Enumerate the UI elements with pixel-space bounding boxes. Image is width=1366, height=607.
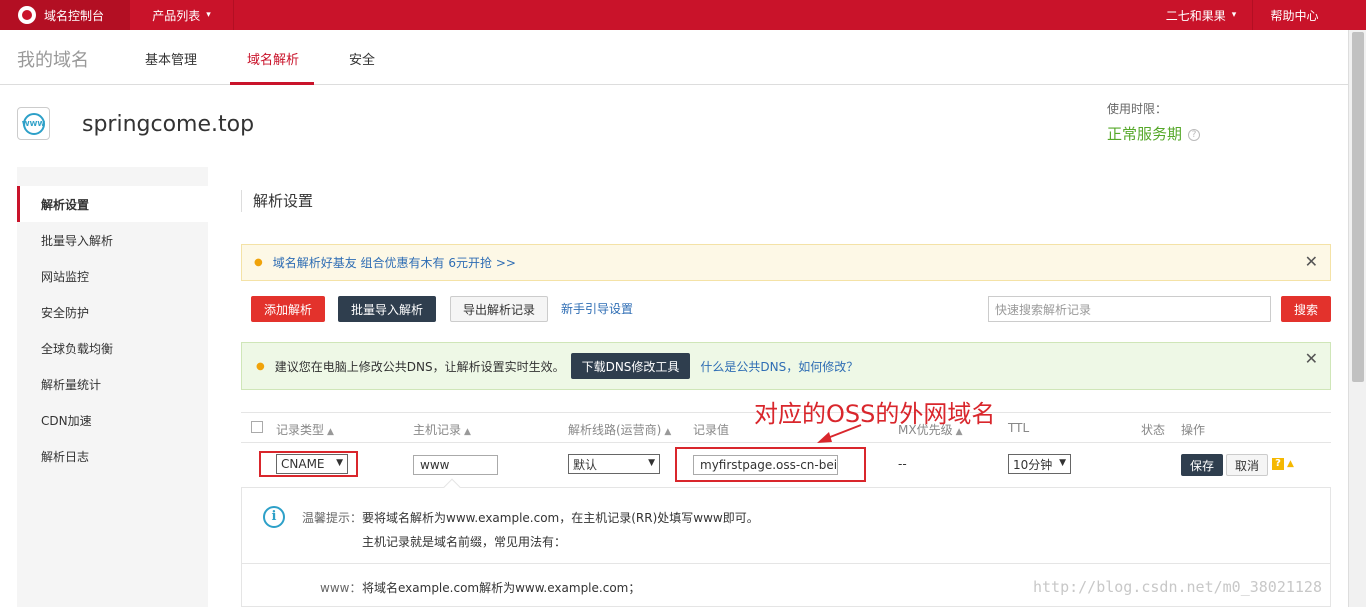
resolution-line-value: 默认: [573, 457, 598, 472]
www-globe-icon: WWW: [22, 112, 45, 135]
service-status: 正常服务期?: [1107, 123, 1201, 144]
scrollbar-thumb[interactable]: [1352, 32, 1364, 382]
resolution-line-select[interactable]: 默认 ▼: [568, 454, 660, 474]
help-center-link[interactable]: 帮助中心: [1252, 0, 1336, 30]
brand-label: 域名控制台: [44, 8, 105, 23]
help-icon[interactable]: ?: [1272, 458, 1284, 470]
record-type-select[interactable]: CNAME ▼: [276, 454, 348, 474]
sidebar-item-resolution-settings[interactable]: 解析设置: [17, 186, 208, 222]
download-dns-tool-button[interactable]: 下载DNS修改工具: [570, 353, 691, 379]
ttl-value: 10分钟: [1013, 457, 1053, 472]
active-tab-indicator: [230, 82, 314, 85]
service-status-text: 正常服务期: [1107, 125, 1183, 143]
header-ttl: TTL: [1008, 421, 1030, 435]
domain-icon: WWW: [17, 107, 50, 140]
header-line[interactable]: 解析线路(运营商) ▲: [568, 421, 671, 438]
dns-notice-text: 建议您在电脑上修改公共DNS，让解析设置实时生效。: [274, 359, 565, 374]
add-record-button[interactable]: 添加解析: [251, 296, 325, 322]
page-scrollbar[interactable]: [1348, 30, 1366, 607]
aliyun-logo-icon: [18, 6, 36, 24]
public-dns-help-link[interactable]: 什么是公共DNS，如何修改？: [700, 358, 858, 375]
domain-nav: 我的域名 基本管理 域名解析 安全: [0, 30, 1348, 85]
console-brand-link[interactable]: 域名控制台: [0, 0, 130, 30]
sidebar-item-resolution-stats[interactable]: 解析量统计: [17, 366, 208, 402]
select-all-checkbox[interactable]: [251, 421, 263, 433]
tip-line-2: 主机记录就是域名前缀，常见用法有：: [362, 535, 567, 549]
sidebar-item-resolution-log[interactable]: 解析日志: [17, 438, 208, 474]
chevron-down-icon: ▾: [206, 10, 211, 20]
domain-name: springcome.top: [82, 112, 255, 137]
close-icon[interactable]: ✕: [1305, 252, 1318, 271]
header-record-type[interactable]: 记录类型 ▲: [276, 421, 334, 438]
section-title: 解析设置: [241, 190, 313, 212]
tab-basic-management[interactable]: 基本管理: [145, 49, 197, 68]
sort-up-icon: ▲: [664, 427, 672, 437]
save-button[interactable]: 保存: [1181, 454, 1223, 476]
host-record-input[interactable]: www: [413, 455, 498, 475]
mx-priority-value: --: [898, 457, 907, 471]
search-button[interactable]: 搜索: [1281, 296, 1331, 322]
page-title[interactable]: 我的域名: [17, 46, 89, 72]
batch-import-button[interactable]: 批量导入解析: [338, 296, 436, 322]
header-status: 状态: [1141, 423, 1166, 437]
ttl-select[interactable]: 10分钟 ▼: [1008, 454, 1071, 474]
question-icon[interactable]: ?: [1188, 129, 1201, 141]
record-type-value: CNAME: [281, 457, 325, 471]
example-value: 将域名example.com解析为www.example.com；: [362, 581, 641, 595]
annotation-text: 对应的OSS的外网域名: [754, 400, 996, 428]
top-bar: 域名控制台 产品列表 ▾ 二七和果果 ▾ 帮助中心: [0, 0, 1366, 30]
promo-link[interactable]: 域名解析好基友 组合优惠有木有 6元开抢 >>: [273, 254, 516, 271]
dns-notice: ● 建议您在电脑上修改公共DNS，让解析设置实时生效。 下载DNS修改工具 什么…: [241, 342, 1331, 390]
sidebar: 解析设置 批量导入解析 网站监控 安全防护 全球负载均衡 解析量统计 CDN加速…: [17, 167, 208, 607]
sidebar-item-global-load-balancing[interactable]: 全球负载均衡: [17, 330, 208, 366]
tip-label: 温馨提示：: [302, 511, 363, 525]
service-period-label: 使用时限：: [1107, 102, 1168, 116]
cancel-button[interactable]: 取消: [1226, 454, 1268, 476]
sort-up-icon: ▲: [327, 427, 334, 437]
example-key: www：: [320, 581, 362, 595]
sidebar-item-batch-import[interactable]: 批量导入解析: [17, 222, 208, 258]
collapse-up-icon[interactable]: ▲: [1287, 459, 1294, 469]
dropdown-arrow-icon: ▼: [336, 458, 343, 468]
record-value-input[interactable]: myfirstpage.oss-cn-bei: [693, 455, 838, 475]
bullet-icon: ●: [254, 257, 263, 268]
sidebar-item-site-monitor[interactable]: 网站监控: [17, 258, 208, 294]
dropdown-arrow-icon: ▼: [1059, 458, 1066, 468]
product-list-menu[interactable]: 产品列表 ▾: [130, 0, 234, 30]
sidebar-item-security-protection[interactable]: 安全防护: [17, 294, 208, 330]
close-icon[interactable]: ✕: [1305, 349, 1318, 368]
user-menu[interactable]: 二七和果果 ▾: [1150, 0, 1252, 30]
sort-up-icon: ▲: [464, 427, 471, 437]
watermark: http://blog.csdn.net/m0_38021128: [1033, 578, 1322, 596]
guide-settings-link[interactable]: 新手引导设置: [561, 300, 633, 317]
tip-line-1: 要将域名解析为www.example.com，在主机记录(RR)处填写www即可…: [362, 511, 759, 525]
product-list-label: 产品列表: [152, 8, 201, 23]
bullet-icon: ●: [256, 360, 265, 372]
header-record-value: 记录值: [693, 423, 730, 437]
export-records-button[interactable]: 导出解析记录: [450, 296, 548, 322]
user-name: 二七和果果: [1165, 8, 1226, 23]
divider: [242, 563, 1330, 564]
tab-dns-resolution[interactable]: 域名解析: [247, 49, 299, 68]
tab-security[interactable]: 安全: [349, 49, 375, 68]
sidebar-item-cdn[interactable]: CDN加速: [17, 402, 208, 438]
info-icon: i: [263, 506, 285, 528]
promo-banner: ● 域名解析好基友 组合优惠有木有 6元开抢 >> ✕: [241, 244, 1331, 281]
chevron-down-icon: ▾: [1231, 10, 1237, 20]
header-host[interactable]: 主机记录 ▲: [413, 421, 471, 438]
table-row: CNAME ▼ www 默认 ▼ myfirstpage.oss-cn-bei …: [241, 443, 1331, 487]
header-actions: 操作: [1181, 423, 1206, 437]
search-input[interactable]: 快速搜索解析记录: [988, 296, 1271, 322]
dropdown-arrow-icon: ▼: [648, 458, 655, 468]
